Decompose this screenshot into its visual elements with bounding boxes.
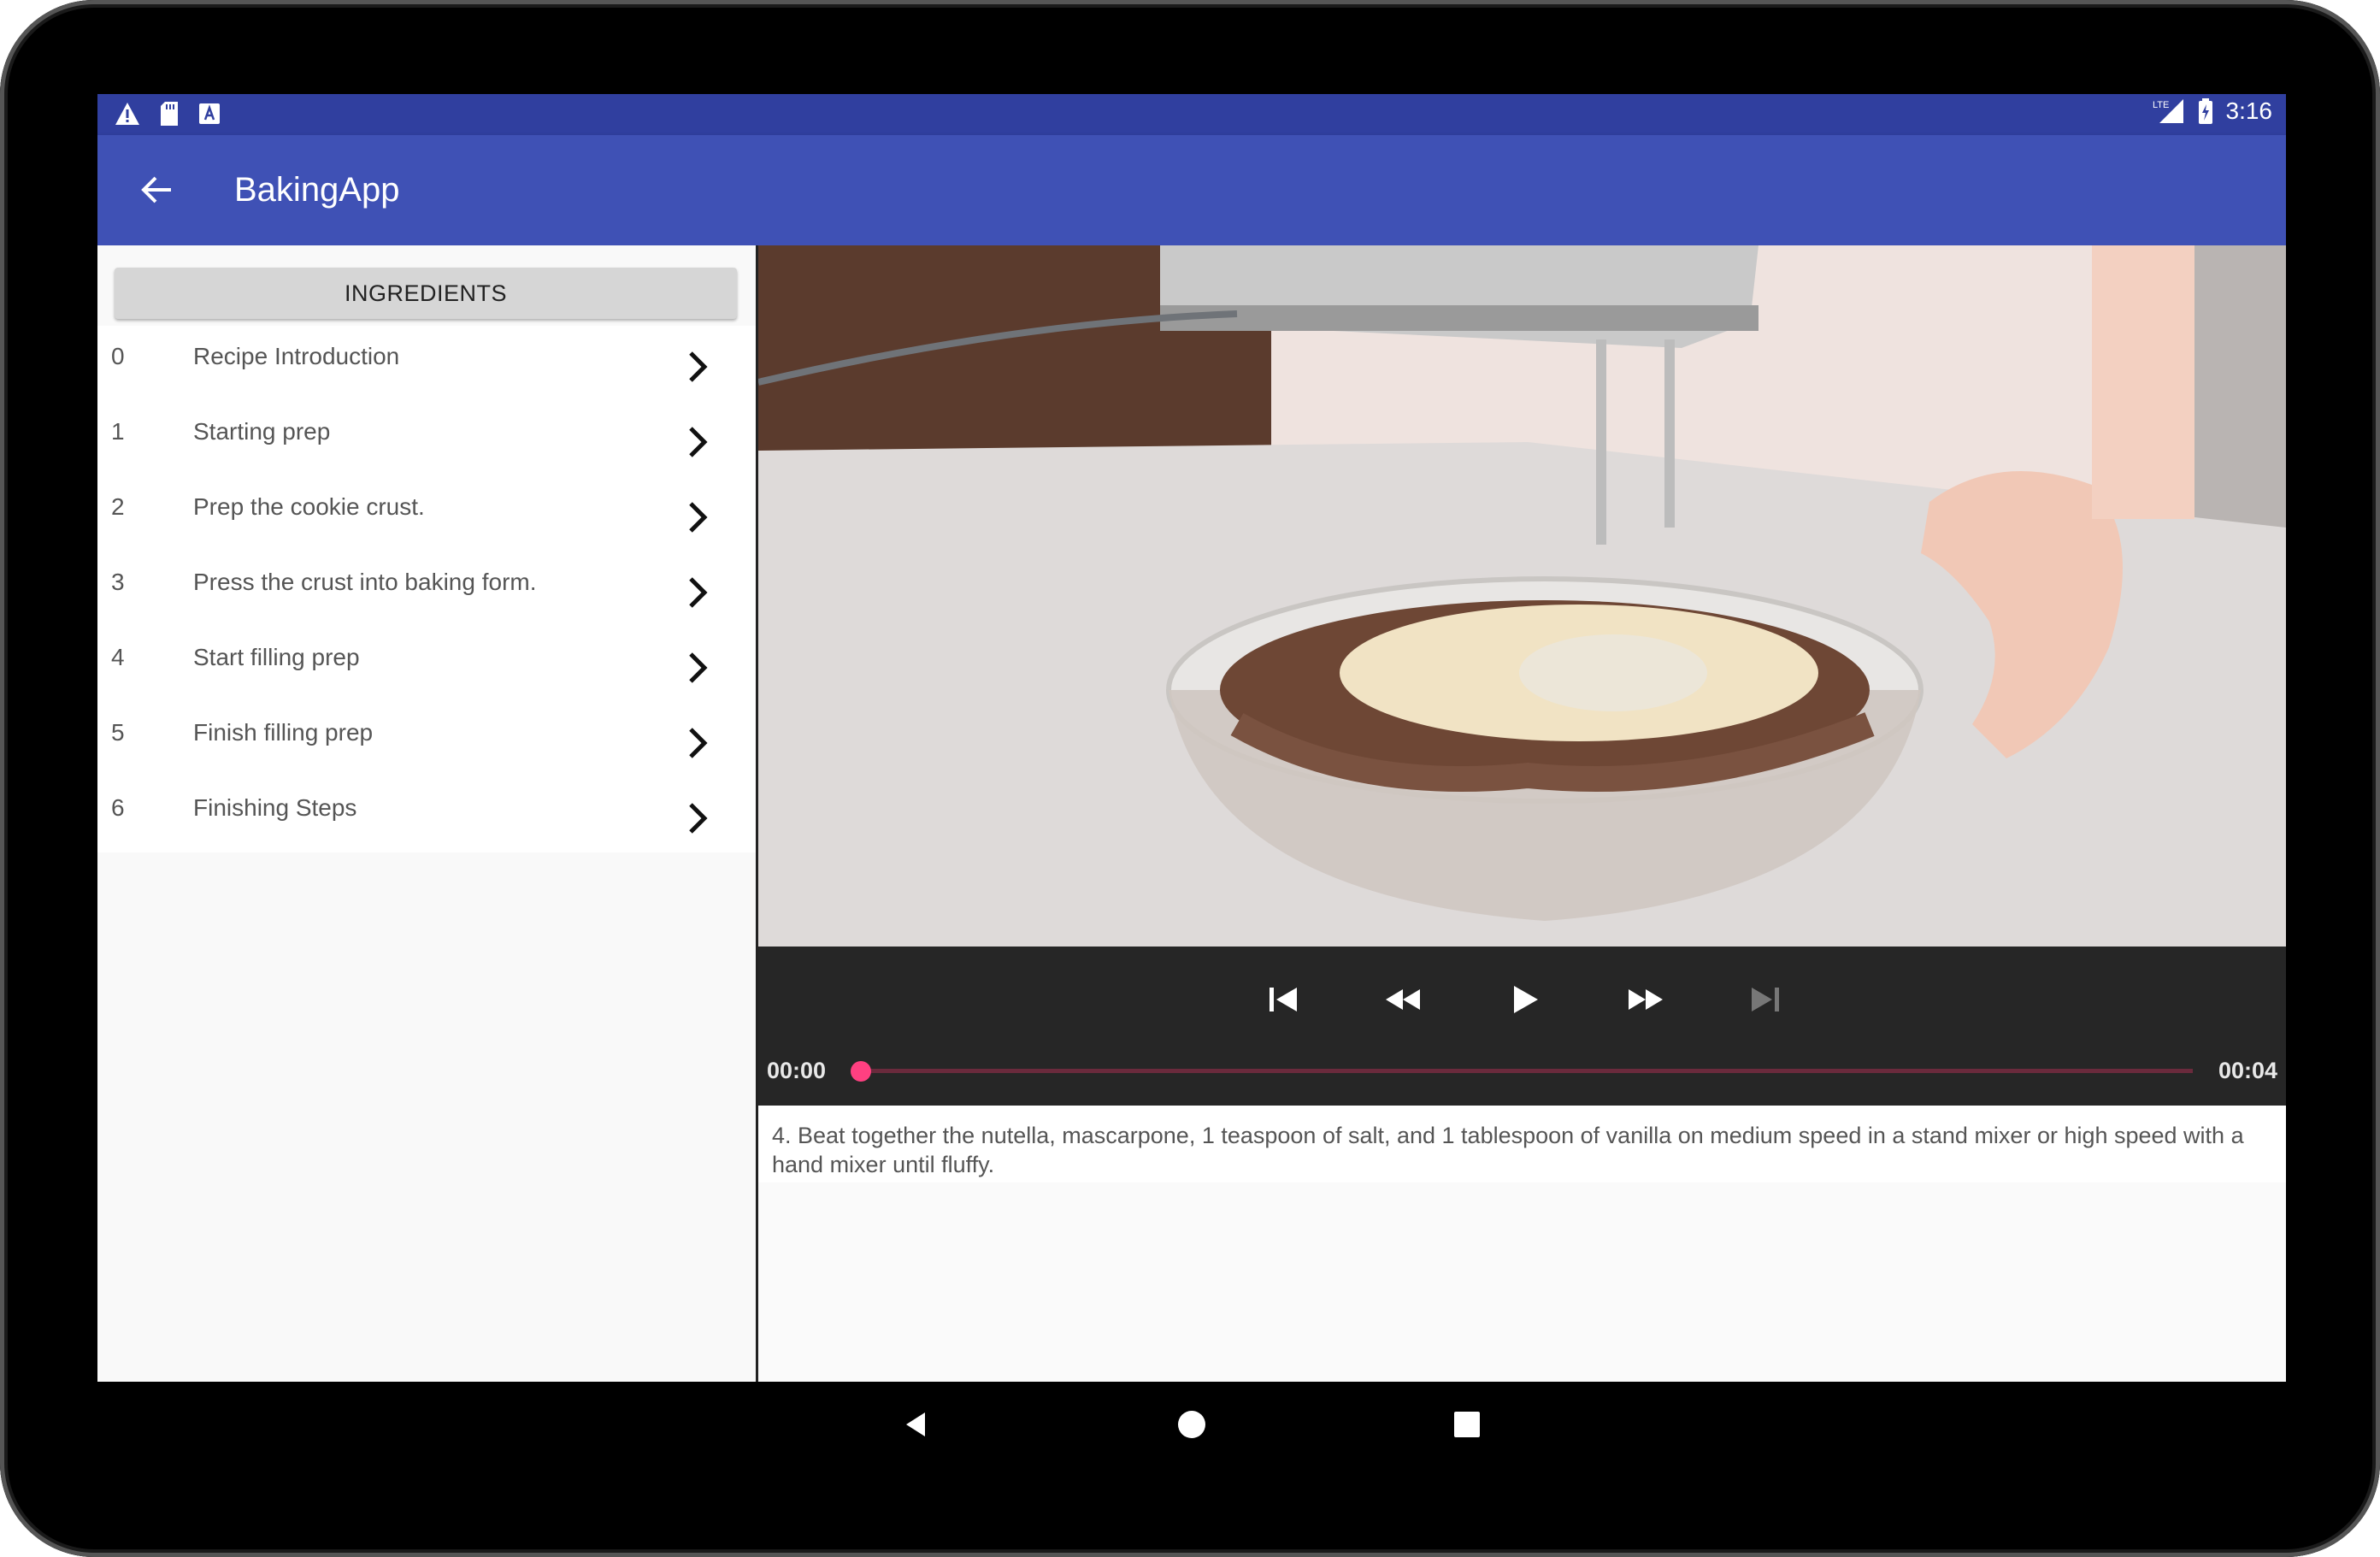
warning-icon <box>115 103 139 125</box>
status-time: 3:16 <box>2225 97 2273 124</box>
step-item-4[interactable]: 4 Start filling prep <box>97 627 756 702</box>
skip-previous-icon[interactable] <box>1263 979 1304 1020</box>
chevron-right-icon <box>689 728 708 758</box>
svg-text:LTE: LTE <box>2153 100 2169 110</box>
step-number: 1 <box>111 418 125 445</box>
device-screen: LTE 3:16 BakingApp INGREDIENTS 0 Recipe … <box>97 94 2286 1382</box>
chevron-right-icon <box>689 427 708 457</box>
seek-thumb[interactable] <box>851 1061 871 1082</box>
duration-time: 00:04 <box>2218 1058 2277 1083</box>
step-description: 4. Beat together the nutella, mascarpone… <box>772 1123 2244 1177</box>
steps-list: 0 Recipe Introduction 1 Starting prep 2 … <box>97 326 756 852</box>
video-thumbnail <box>758 245 2286 947</box>
video-frame[interactable] <box>758 245 2286 947</box>
step-item-3[interactable]: 3 Press the crust into baking form. <box>97 551 756 627</box>
recents-square-icon[interactable] <box>1448 1406 1486 1443</box>
step-label: Finish filling prep <box>193 719 374 746</box>
step-label: Press the crust into baking form. <box>193 569 537 595</box>
skip-next-icon[interactable] <box>1745 979 1786 1020</box>
chevron-right-icon <box>689 577 708 608</box>
step-number: 6 <box>111 794 125 821</box>
fast-forward-icon[interactable] <box>1625 979 1666 1020</box>
chevron-right-icon <box>689 351 708 382</box>
home-circle-icon[interactable] <box>1173 1406 1211 1443</box>
step-item-5[interactable]: 5 Finish filling prep <box>97 702 756 777</box>
font-a-icon <box>199 103 220 124</box>
rewind-icon[interactable] <box>1382 979 1423 1020</box>
steps-pane: INGREDIENTS 0 Recipe Introduction 1 Star… <box>97 245 758 1382</box>
step-item-6[interactable]: 6 Finishing Steps <box>97 777 756 852</box>
step-item-1[interactable]: 1 Starting prep <box>97 401 756 476</box>
step-number: 3 <box>111 569 125 595</box>
sd-card-icon <box>161 102 178 126</box>
step-label: Start filling prep <box>193 644 360 670</box>
step-description-card: 4. Beat together the nutella, mascarpone… <box>758 1106 2286 1182</box>
player-controls: 00:00 00:04 <box>758 947 2286 1106</box>
step-number: 0 <box>111 343 125 369</box>
step-item-2[interactable]: 2 Prep the cookie crust. <box>97 476 756 551</box>
chevron-right-icon <box>689 652 708 683</box>
step-label: Prep the cookie crust. <box>193 493 425 520</box>
step-number: 5 <box>111 719 125 746</box>
app-bar: BakingApp <box>97 135 2286 245</box>
step-item-0[interactable]: 0 Recipe Introduction <box>97 326 756 401</box>
seek-bar[interactable] <box>859 1069 2193 1073</box>
navigation-bar <box>97 1382 2286 1467</box>
chevron-right-icon <box>689 502 708 533</box>
step-number: 4 <box>111 644 125 670</box>
step-label: Recipe Introduction <box>193 343 400 369</box>
back-triangle-icon[interactable] <box>898 1406 935 1443</box>
lte-signal-icon: LTE <box>2153 99 2183 123</box>
chevron-right-icon <box>689 803 708 834</box>
ingredients-button[interactable]: INGREDIENTS <box>115 268 737 319</box>
step-number: 2 <box>111 493 125 520</box>
battery-charging-icon <box>2198 98 2212 124</box>
status-bar: LTE 3:16 <box>97 94 2286 135</box>
play-icon[interactable] <box>1504 979 1545 1020</box>
step-label: Starting prep <box>193 418 331 445</box>
step-label: Finishing Steps <box>193 794 357 821</box>
detail-pane: 00:00 00:04 4. Beat together the nutella… <box>758 245 2286 1382</box>
current-time: 00:00 <box>767 1058 827 1083</box>
arrow-back-icon[interactable] <box>135 169 183 210</box>
app-title: BakingApp <box>234 171 400 209</box>
